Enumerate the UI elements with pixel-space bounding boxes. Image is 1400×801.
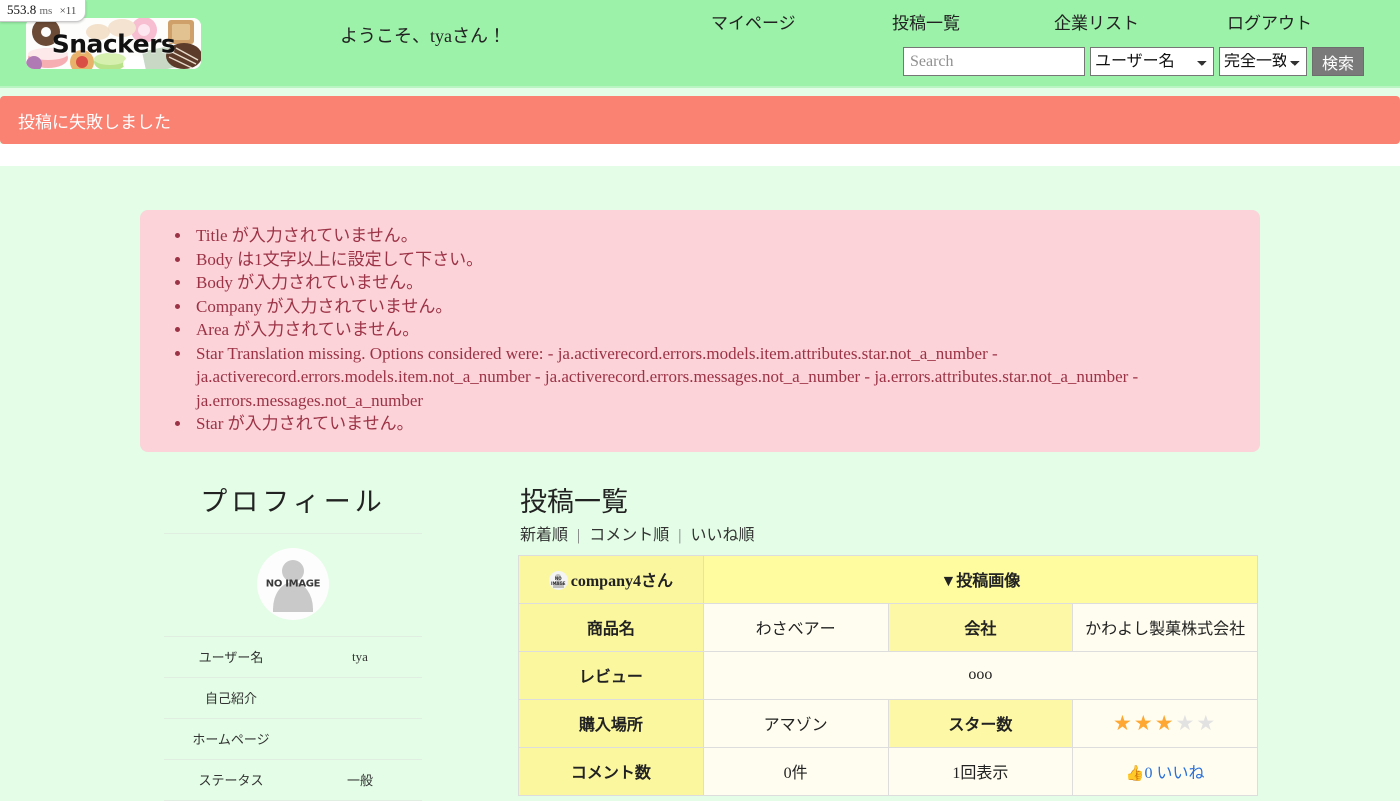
star-rating: ★★★★★ bbox=[1072, 698, 1258, 748]
nav-item-companies[interactable]: 企業リスト bbox=[1054, 9, 1139, 34]
validation-error-item: Star Translation missing. Options consid… bbox=[192, 342, 1238, 413]
search-match-select[interactable]: 完全一致 bbox=[1219, 47, 1307, 76]
profile-key: ホームページ bbox=[192, 732, 270, 747]
nav-item-mypage[interactable]: マイページ bbox=[711, 9, 796, 34]
profiler-time: 553.8 bbox=[7, 2, 37, 17]
sort-link-newest[interactable]: 新着順 bbox=[520, 527, 568, 544]
alert-banner: 投稿に失敗しました bbox=[0, 96, 1400, 144]
profile-key: ユーザー名 bbox=[198, 650, 264, 665]
welcome-message: ようこそ、tyaさん！ bbox=[340, 26, 506, 46]
views-value: 1回表示 bbox=[887, 746, 1074, 796]
profile-key: ステータス bbox=[198, 773, 264, 788]
profile-divider-bottom bbox=[164, 799, 422, 801]
company-label: 会社 bbox=[887, 602, 1074, 652]
company-value: かわよし製菓株式会社 bbox=[1072, 602, 1258, 652]
review-value: ooo bbox=[702, 650, 1259, 700]
like-button[interactable]: 👍0 いいね bbox=[1126, 765, 1205, 782]
profile-row-status: ステータス 一般 bbox=[164, 758, 422, 800]
post-card-table: NO IMAGE company4さん ▼投稿画像 商品名 わさべアー 会社 か… bbox=[518, 554, 1259, 796]
post-image-toggle[interactable]: ▼投稿画像 bbox=[702, 554, 1259, 604]
nav-item-logout[interactable]: ログアウト bbox=[1227, 9, 1312, 34]
avatar: NO IMAGE bbox=[257, 547, 329, 620]
posts-title: 投稿一覧 bbox=[520, 486, 628, 517]
validation-error-box: Title が入力されていません。 Body は1文字以上に設定して下さい。 B… bbox=[140, 210, 1260, 452]
search-button[interactable]: 検索 bbox=[1312, 47, 1365, 76]
like-label: いいね bbox=[1156, 765, 1205, 782]
star-rating-icons: ★★★★★ bbox=[1113, 710, 1218, 735]
table-row-product: 商品名 わさべアー 会社 かわよし製菓株式会社 bbox=[518, 602, 1258, 652]
sort-separator: | bbox=[577, 526, 581, 544]
sort-link-comments[interactable]: コメント順 bbox=[589, 527, 669, 544]
table-row-place: 購入場所 アマゾン スター数 ★★★★★ bbox=[518, 698, 1258, 748]
site-logo[interactable]: Snackers bbox=[26, 18, 201, 69]
star-label: スター数 bbox=[887, 698, 1074, 748]
validation-error-list: Title が入力されていません。 Body は1文字以上に設定して下さい。 B… bbox=[162, 224, 1238, 436]
like-count: 0 bbox=[1144, 765, 1153, 782]
search-input[interactable] bbox=[903, 47, 1085, 76]
thumbs-up-icon: 👍 bbox=[1125, 766, 1145, 782]
posts-sort-links: 新着順 | コメント順 | いいね順 bbox=[520, 521, 1258, 545]
like-cell[interactable]: 👍0 いいね bbox=[1072, 746, 1258, 796]
posts-panel: 投稿一覧 新着順 | コメント順 | いいね順 NO IMAGE company… bbox=[518, 480, 1259, 801]
comment-label: コメント数 bbox=[518, 746, 704, 796]
profile-panel: プロフィール NO IMAGE ユーザー名 tya 自己紹介 ホームページ ステ… bbox=[164, 480, 422, 801]
content-columns: プロフィール NO IMAGE ユーザー名 tya 自己紹介 ホームページ ステ… bbox=[0, 480, 1400, 801]
avatar-no-image-label: NO IMAGE bbox=[265, 578, 321, 589]
avatar-no-image-label: NO IMAGE bbox=[550, 575, 566, 586]
table-row-comments: コメント数 0件 1回表示 👍0 いいね bbox=[518, 746, 1258, 796]
profile-avatar-wrap: NO IMAGE bbox=[164, 534, 422, 636]
place-label: 購入場所 bbox=[518, 698, 704, 748]
profile-row-homepage: ホームページ bbox=[164, 717, 422, 759]
validation-error-item: Area が入力されていません。 bbox=[192, 318, 1238, 342]
main-nav: マイページ 投稿一覧 企業リスト ログアウト bbox=[690, 9, 1390, 41]
profile-key: 自己紹介 bbox=[204, 691, 257, 706]
profile-value: tya bbox=[352, 648, 368, 664]
content-gap bbox=[0, 144, 1400, 166]
validation-error-item: Title が入力されていません。 bbox=[192, 224, 1238, 248]
validation-error-item: Body は1文字以上に設定して下さい。 bbox=[192, 248, 1238, 272]
comment-value: 0件 bbox=[702, 746, 889, 796]
nav-item-posts[interactable]: 投稿一覧 bbox=[892, 9, 960, 34]
validation-error-item: Body が入力されていません。 bbox=[192, 271, 1238, 295]
place-value: アマゾン bbox=[702, 698, 889, 748]
sort-link-likes[interactable]: いいね順 bbox=[690, 527, 754, 544]
validation-error-item: Company が入力されていません。 bbox=[192, 295, 1238, 319]
validation-error-item: Star が入力されていません。 bbox=[192, 412, 1238, 436]
profile-title: プロフィール bbox=[200, 486, 386, 517]
product-label: 商品名 bbox=[518, 602, 704, 652]
profile-row-username: ユーザー名 tya bbox=[164, 635, 422, 677]
search-bar: ユーザー名 完全一致 検索 bbox=[903, 47, 1365, 76]
post-author-cell[interactable]: NO IMAGE company4さん bbox=[518, 554, 704, 604]
site-header: Snackers ようこそ、tyaさん！ マイページ 投稿一覧 企業リスト ログ… bbox=[0, 0, 1400, 88]
review-label: レビュー bbox=[518, 650, 704, 700]
search-kind-select[interactable]: ユーザー名 bbox=[1090, 47, 1214, 76]
post-author-name: company4さん bbox=[570, 573, 673, 590]
logo-text: Snackers bbox=[51, 29, 176, 58]
author-avatar-icon: NO IMAGE bbox=[548, 571, 568, 590]
page-body: Title が入力されていません。 Body は1文字以上に設定して下さい。 B… bbox=[0, 210, 1400, 801]
profiler-unit: ms bbox=[39, 5, 53, 17]
product-value: わさべアー bbox=[702, 602, 889, 652]
profiler-count: ×11 bbox=[59, 5, 77, 17]
profile-row-bio: 自己紹介 bbox=[164, 676, 422, 718]
sort-separator: | bbox=[678, 526, 682, 544]
profile-value: 一般 bbox=[346, 773, 373, 788]
mini-profiler-badge[interactable]: 553.8 ms ×11 bbox=[0, 0, 87, 22]
table-row-header: NO IMAGE company4さん ▼投稿画像 bbox=[518, 554, 1259, 604]
table-row-review: レビュー ooo bbox=[518, 650, 1259, 700]
